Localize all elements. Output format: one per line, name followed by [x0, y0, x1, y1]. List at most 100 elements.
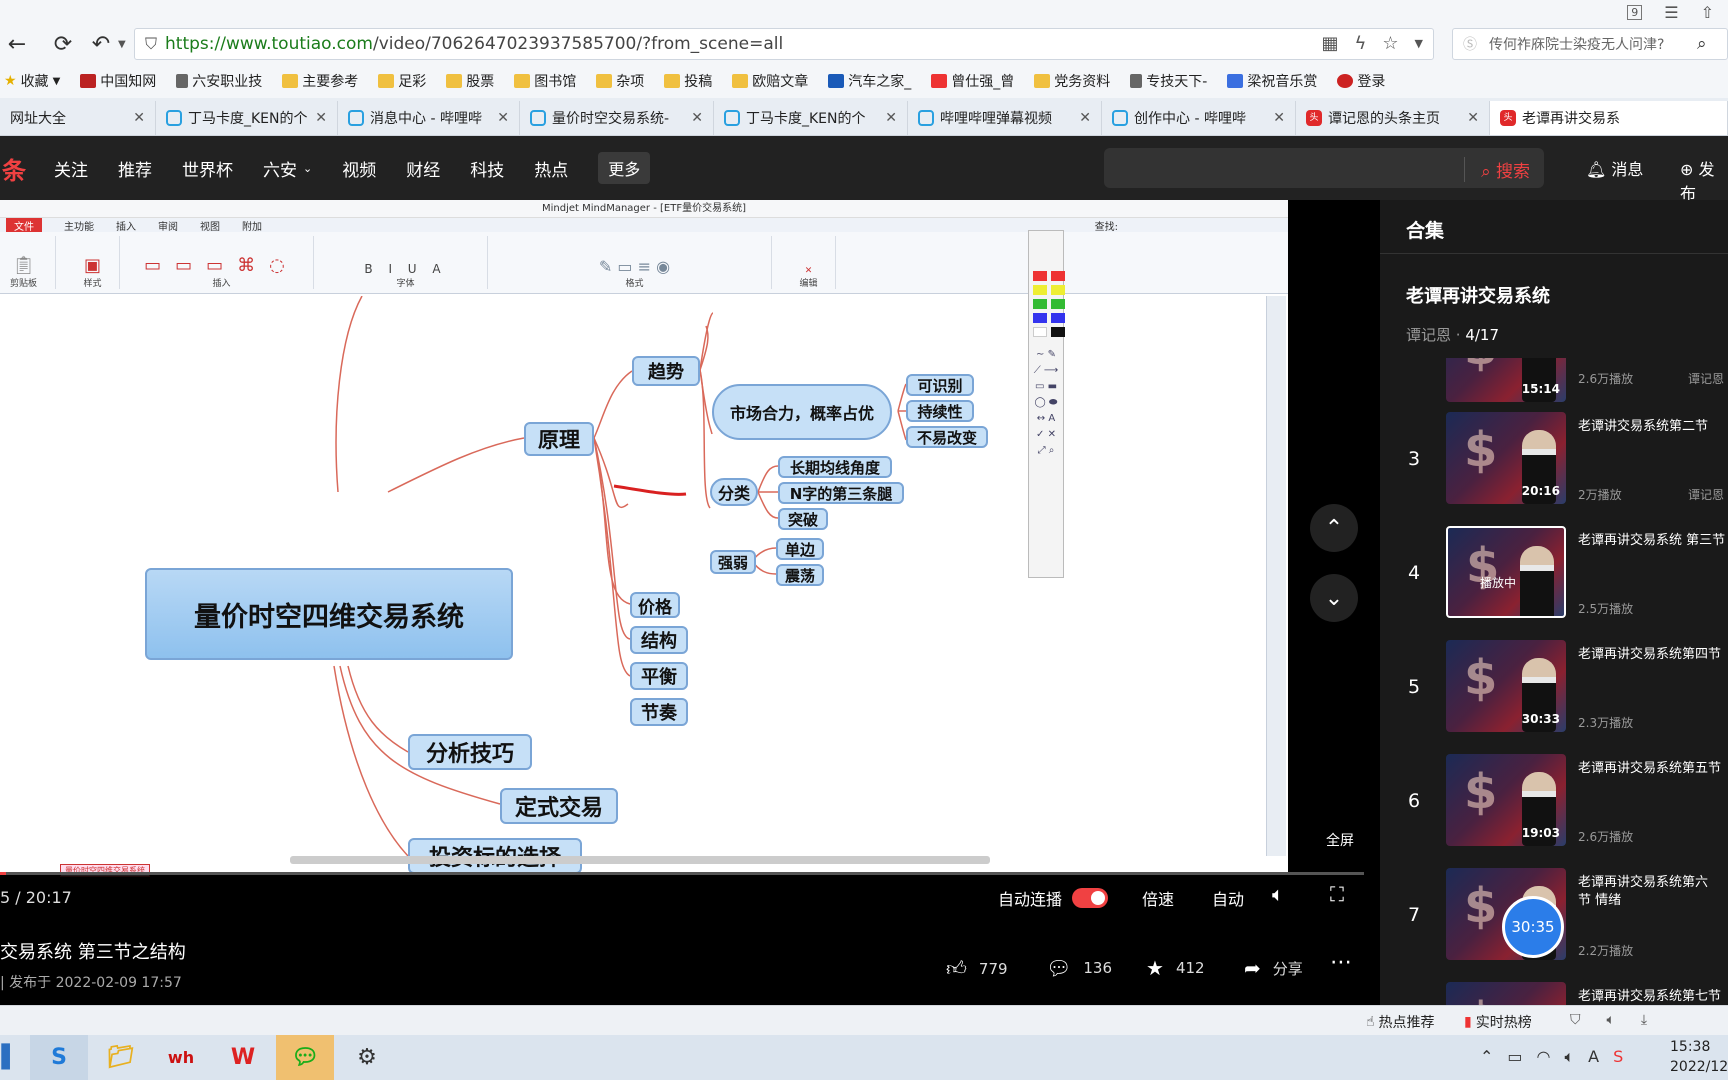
more-options-icon[interactable]: ⋯: [1330, 950, 1352, 975]
font-icons[interactable]: B I U A: [364, 262, 446, 276]
drawing-palette[interactable]: ∼ ✎ ⟋ ⟶ ▭ ▬ ◯ ⬬ ↔ A ✓ ✕ ⤢ ⌕: [1028, 230, 1065, 578]
browser-search-box[interactable]: Ⓢ 传何祚庥院士染疫无人问津? ⌕: [1452, 28, 1728, 60]
nav-item[interactable]: 六安: [263, 156, 297, 181]
fullscreen-icon[interactable]: ⛶: [1330, 882, 1344, 906]
settings-gear-icon[interactable]: ⚙: [338, 1035, 396, 1080]
autoplay-toggle[interactable]: [1072, 888, 1108, 908]
wechat-icon[interactable]: 💬︎: [276, 1035, 334, 1080]
bookmark-item[interactable]: ★ 收藏 ▼: [4, 71, 60, 91]
topic-qiangruo[interactable]: 强弱: [710, 550, 756, 574]
close-icon[interactable]: ✕: [1079, 110, 1091, 126]
address-bar[interactable]: ⛉ https://www.toutiao.com/video/70626470…: [134, 28, 1434, 60]
bookmark-folder[interactable]: 足彩: [378, 71, 426, 91]
next-video-button[interactable]: ⌄: [1310, 574, 1358, 622]
refresh-icon[interactable]: ⟳: [46, 32, 80, 57]
fullscreen-label[interactable]: 全屏: [1326, 830, 1354, 850]
bookmark-folder[interactable]: 党务资料: [1034, 71, 1110, 91]
status-icons[interactable]: ⛉ 🔈︎ ⤓: [1570, 1012, 1647, 1028]
topic-icons[interactable]: ▭▭▭⌘◌: [144, 255, 299, 276]
topic-fenxi[interactable]: 分析技巧: [408, 734, 532, 770]
horizontal-scrollbar[interactable]: [290, 856, 990, 864]
browser-tab[interactable]: 丁马卡度_KEN的个 ✕: [156, 101, 338, 135]
close-icon[interactable]: ✕: [1273, 110, 1285, 126]
nav-item[interactable]: 科技: [470, 156, 504, 181]
browser-tab-active[interactable]: 头老谭再讲交易系: [1490, 101, 1728, 135]
publish-link[interactable]: ⊕ 发布: [1680, 156, 1728, 204]
playlist-item-current[interactable]: 4 $ 播放中 老谭再讲交易系统 第三节 2.5万播放: [1380, 526, 1728, 626]
skin-icon[interactable]: ⇧: [1701, 3, 1714, 22]
undo-close-icon[interactable]: ↶: [84, 32, 118, 57]
browser-tab[interactable]: 哔哩哔哩弹幕视频 ✕: [908, 101, 1102, 135]
search-icon[interactable]: ⌕: [1697, 34, 1707, 54]
bookmark-folder[interactable]: 主要参考: [282, 71, 358, 91]
bookmark-item[interactable]: 专技天下-: [1130, 71, 1207, 91]
playlist-item[interactable]: 3 $20:16 老谭讲交易系统第二节 2万播放 谭记恩: [1380, 412, 1728, 512]
topic-qushi[interactable]: 趋势: [632, 356, 700, 386]
topic-shichang[interactable]: 市场合力，概率占优: [712, 384, 892, 440]
topic-danbian[interactable]: 单边: [776, 538, 824, 560]
close-icon[interactable]: ✕: [1467, 110, 1479, 126]
menu-addins[interactable]: 附加: [242, 218, 262, 233]
close-icon[interactable]: ✕: [885, 110, 897, 126]
speed-button[interactable]: 倍速: [1142, 886, 1174, 910]
wh-app-icon[interactable]: wh: [152, 1035, 210, 1080]
edit-icons[interactable]: ✕: [805, 266, 813, 276]
menu-view[interactable]: 视图: [200, 218, 220, 233]
topic-tupo[interactable]: 突破: [778, 508, 828, 530]
nav-item[interactable]: 世界杯: [182, 156, 233, 181]
clipboard-icon[interactable]: 📋︎: [12, 255, 35, 276]
topic-nzi[interactable]: N字的第三条腿: [778, 482, 904, 504]
lightning-icon[interactable]: ϟ: [1355, 33, 1367, 54]
topic-chixuxing[interactable]: 持续性: [906, 400, 974, 422]
menu-icon[interactable]: ☰: [1664, 3, 1678, 22]
qr-code-icon[interactable]: ▦: [1322, 33, 1339, 54]
star-icon[interactable]: ☆: [1382, 33, 1398, 54]
bookmark-item[interactable]: 登录: [1337, 71, 1385, 91]
topic-fenlei[interactable]: 分类: [710, 478, 758, 506]
back-icon[interactable]: ←: [0, 32, 34, 57]
comment-button[interactable]: 💬︎ 136: [1046, 956, 1112, 980]
menu-review[interactable]: 审阅: [158, 218, 178, 233]
topic-buyigaibian[interactable]: 不易改变: [906, 426, 988, 448]
realtime-hot-link[interactable]: ▮ 实时热榜: [1464, 1012, 1532, 1032]
bookmark-folder[interactable]: 图书馆: [514, 71, 576, 91]
site-search-button[interactable]: ⌕ 搜索: [1464, 157, 1530, 182]
bookmark-item[interactable]: 曾仕强_曾: [931, 71, 1014, 91]
bookmark-folder[interactable]: 股票: [446, 71, 494, 91]
topic-yuanli[interactable]: 原理: [524, 422, 594, 456]
menu-home[interactable]: 主功能: [64, 218, 94, 233]
wps-icon[interactable]: W: [214, 1035, 272, 1080]
chevron-down-icon[interactable]: ▼: [1415, 33, 1423, 54]
system-tray[interactable]: ⌃ ▭ ◠ 🔈︎ A S: [1480, 1047, 1623, 1067]
topic-zhendang[interactable]: 震荡: [776, 564, 824, 586]
clock[interactable]: 15:38 2022/12: [1670, 1037, 1728, 1077]
topic-jiegou[interactable]: 结构: [630, 626, 688, 654]
site-search-input[interactable]: ⌕ 搜索: [1104, 148, 1544, 188]
hot-recommend-link[interactable]: ☝ 热点推荐: [1366, 1012, 1435, 1032]
volume-icon[interactable]: 🔈︎: [1272, 882, 1284, 906]
bookmark-item[interactable]: 中国知网: [80, 71, 156, 91]
like-button[interactable]: 👍︎ 779: [946, 956, 1008, 981]
bookmark-item[interactable]: 六安职业技: [176, 71, 262, 91]
close-icon[interactable]: ✕: [691, 110, 703, 126]
nav-item[interactable]: 关注: [54, 156, 88, 181]
previous-video-button[interactable]: ⌃: [1310, 504, 1358, 552]
menu-file[interactable]: 文件: [6, 218, 42, 233]
nav-item[interactable]: 财经: [406, 156, 440, 181]
close-icon[interactable]: ✕: [497, 110, 509, 126]
tab-counter-icon[interactable]: 9: [1627, 4, 1643, 20]
topic-pingheng[interactable]: 平衡: [630, 662, 688, 690]
mindmap-canvas[interactable]: 量价时空四维交易系统 原理 趋势 市场合力，概率占优 可识别 持续性 不易改变 …: [0, 296, 1260, 874]
playlist-item[interactable]: 5 $30:33 老谭再讲交易系统第四节 2.3万播放: [1380, 640, 1728, 740]
central-topic[interactable]: 量价时空四维交易系统: [145, 568, 513, 660]
topic-jiage[interactable]: 价格: [630, 592, 680, 618]
pen-tool-icons[interactable]: ∼ ✎ ⟋ ⟶ ▭ ▬ ◯ ⬬ ↔ A ✓ ✕ ⤢ ⌕: [1029, 337, 1063, 459]
menu-insert[interactable]: 插入: [116, 218, 136, 233]
browser-tab[interactable]: 量价时空交易系统- ✕: [520, 101, 714, 135]
browser-tab[interactable]: 头谭记恩的头条主页 ✕: [1296, 101, 1490, 135]
playlist-item[interactable]: $15:14 2.6万播放 谭记恩: [1380, 358, 1728, 402]
favorite-button[interactable]: ★ 412: [1146, 956, 1205, 980]
close-icon[interactable]: ✕: [315, 110, 327, 126]
nav-item[interactable]: 视频: [342, 156, 376, 181]
messages-link[interactable]: 🔔︎ 消息: [1586, 156, 1643, 180]
